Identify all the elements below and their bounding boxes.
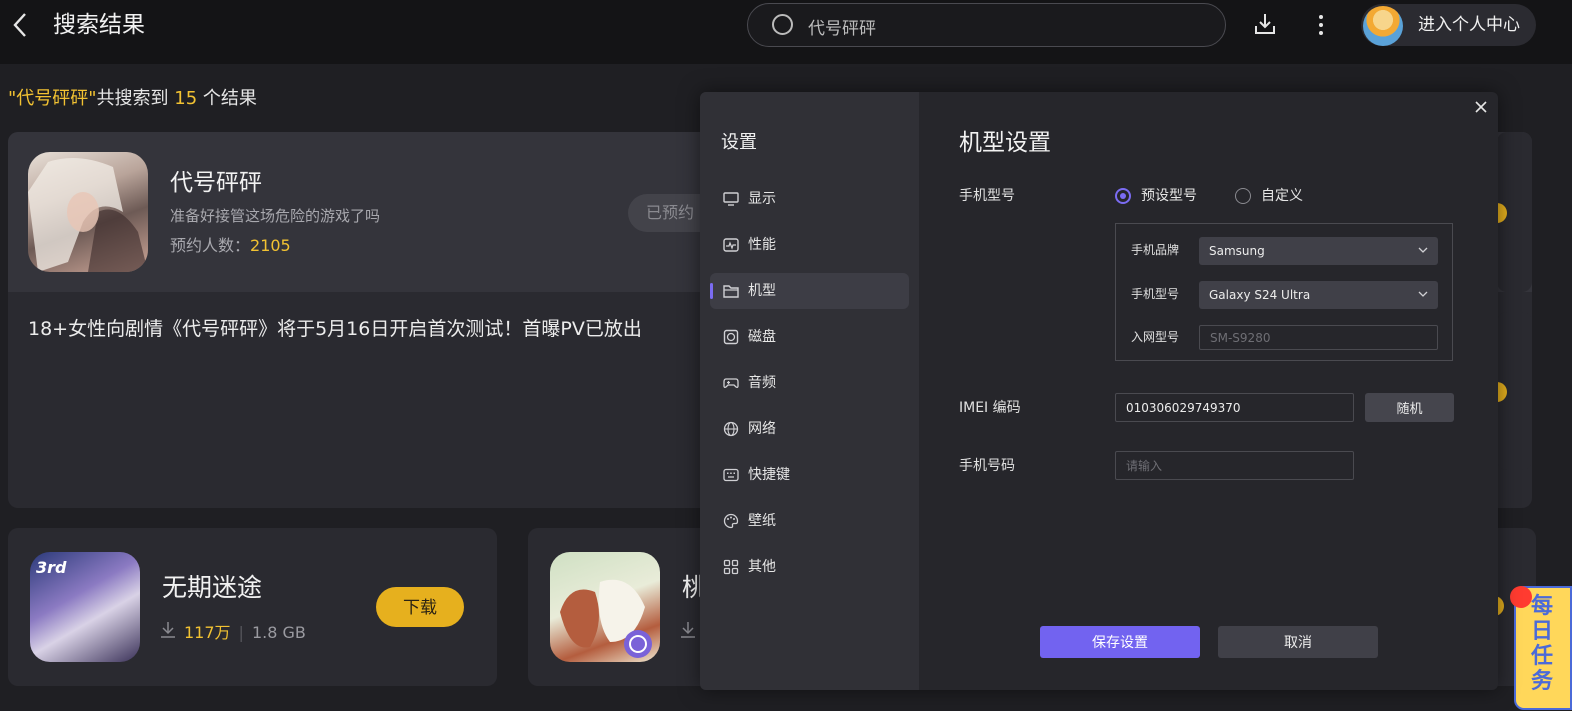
performance-icon	[723, 237, 739, 253]
close-icon[interactable]	[1470, 98, 1492, 120]
phone-model-label: 手机型号	[959, 188, 1015, 204]
avatar	[1363, 6, 1403, 46]
globe-icon	[723, 421, 739, 437]
nav-item-device-model[interactable]: 机型	[710, 273, 909, 309]
game-stats: 117万 | 1.8 GB	[160, 620, 306, 647]
search-summary: "代号砰砰"共搜索到 15 个结果	[8, 87, 257, 111]
nav-item-label: 音频	[748, 375, 776, 391]
random-button[interactable]: 随机	[1365, 393, 1454, 422]
imei-label: IMEI 编码	[959, 400, 1021, 416]
news-headline[interactable]: 18+女性向剧情《代号砰砰》将于5月16日开启首次测试！首曝PV已放出	[28, 315, 642, 343]
nav-item-label: 机型	[748, 283, 776, 299]
network-model-label: 入网型号	[1131, 330, 1180, 344]
nav-item-label: 快捷键	[748, 467, 790, 483]
disk-icon	[723, 329, 739, 345]
network-model-input[interactable]	[1199, 325, 1438, 350]
nav-item-wallpaper[interactable]: 壁纸	[710, 503, 909, 539]
more-vertical-icon[interactable]	[1313, 12, 1329, 38]
model-label: 手机型号	[1131, 287, 1180, 301]
keyboard-icon	[723, 467, 739, 483]
user-center-label: 进入个人中心	[1418, 15, 1520, 35]
nav-item-audio[interactable]: 音频	[710, 365, 909, 401]
radio-preset-label[interactable]: 预设型号	[1141, 186, 1197, 206]
reservation-count-value: 2105	[250, 236, 291, 255]
search-box[interactable]	[747, 3, 1226, 48]
nav-item-shortcuts[interactable]: 快捷键	[710, 457, 909, 493]
model-select-value: Galaxy S24 Ultra	[1209, 288, 1311, 302]
back-arrow-icon[interactable]	[10, 10, 34, 40]
download-count-icon	[680, 621, 696, 647]
game-icon[interactable]: 3rd	[30, 552, 140, 662]
radio-custom[interactable]	[1235, 188, 1251, 204]
folder-icon	[723, 283, 739, 299]
nav-item-label: 磁盘	[748, 329, 776, 345]
monitor-icon	[723, 191, 739, 207]
nav-item-network[interactable]: 网络	[710, 411, 909, 447]
imei-input[interactable]	[1115, 393, 1354, 422]
nav-item-label: 壁纸	[748, 513, 776, 529]
game-size: 1.8 GB	[251, 623, 306, 642]
nav-item-disk[interactable]: 磁盘	[710, 319, 909, 355]
settings-sidebar-title: 设置	[721, 132, 757, 153]
phone-number-input[interactable]	[1115, 451, 1354, 480]
settings-sidebar: 设置 显示 性能 机型 磁盘 音频 网络 快捷键 壁纸 其他	[700, 92, 919, 690]
search-input[interactable]	[806, 4, 1190, 48]
nav-item-other[interactable]: 其他	[710, 549, 909, 585]
chevron-down-icon	[1418, 242, 1428, 260]
nav-item-label: 其他	[748, 559, 776, 575]
brand-select[interactable]: Samsung	[1199, 237, 1438, 265]
daily-task-label: 每日任务	[1530, 594, 1553, 694]
download-button[interactable]: 下载	[376, 587, 464, 627]
model-select[interactable]: Galaxy S24 Ultra	[1199, 281, 1438, 309]
reservation-count: 预约人数：2105	[170, 233, 291, 259]
notification-dot	[1510, 586, 1532, 608]
page-title: 搜索结果	[53, 12, 145, 38]
radio-custom-label[interactable]: 自定义	[1261, 186, 1303, 206]
active-indicator	[710, 283, 713, 299]
reservation-count-label: 预约人数：	[170, 236, 251, 255]
nav-item-display[interactable]: 显示	[710, 181, 909, 217]
icon-badge: 3rd	[36, 558, 67, 577]
gamepad-icon	[723, 375, 739, 391]
game-name: 代号砰砰	[170, 170, 262, 196]
game-card[interactable]: 3rd 无期迷途 117万 | 1.8 GB 下载	[8, 528, 497, 686]
download-count-icon	[160, 621, 176, 647]
radio-preset[interactable]	[1115, 188, 1131, 204]
nav-item-performance[interactable]: 性能	[710, 227, 909, 263]
phone-number-label: 手机号码	[959, 458, 1015, 474]
nav-item-label: 显示	[748, 191, 776, 207]
game-stats	[680, 620, 696, 647]
top-bar: 搜索结果 进入个人中心	[0, 0, 1572, 64]
grid-icon	[723, 559, 739, 575]
game-icon[interactable]	[550, 552, 660, 662]
user-center-button[interactable]: 进入个人中心	[1361, 4, 1536, 46]
palette-icon	[723, 513, 739, 529]
save-button[interactable]: 保存设置	[1040, 626, 1200, 658]
summary-count: 15	[174, 88, 198, 109]
search-icon	[772, 14, 793, 35]
dialog-title: 机型设置	[959, 130, 1051, 156]
brand-label: 手机品牌	[1131, 243, 1180, 257]
summary-text2: 个结果	[197, 88, 257, 109]
chevron-down-icon	[1418, 286, 1428, 304]
game-icon[interactable]	[28, 152, 148, 272]
cancel-button[interactable]: 取消	[1218, 626, 1378, 658]
preset-model-group: 手机品牌 Samsung 手机型号 Galaxy S24 Ultra 入网型号	[1115, 223, 1453, 361]
game-description: 准备好接管这场危险的游戏了吗	[170, 207, 381, 225]
download-icon[interactable]	[1254, 12, 1276, 36]
game-name: 无期迷途	[162, 573, 263, 602]
summary-text1: 共搜索到	[96, 88, 175, 109]
settings-dialog: 设置 显示 性能 机型 磁盘 音频 网络 快捷键 壁纸 其他 机型设置 手机型号…	[700, 92, 1498, 690]
nav-item-label: 性能	[748, 237, 776, 253]
nav-item-label: 网络	[748, 421, 776, 437]
summary-query: "代号砰砰"	[8, 88, 97, 109]
brand-select-value: Samsung	[1209, 244, 1265, 258]
download-count: 117万	[184, 623, 231, 642]
